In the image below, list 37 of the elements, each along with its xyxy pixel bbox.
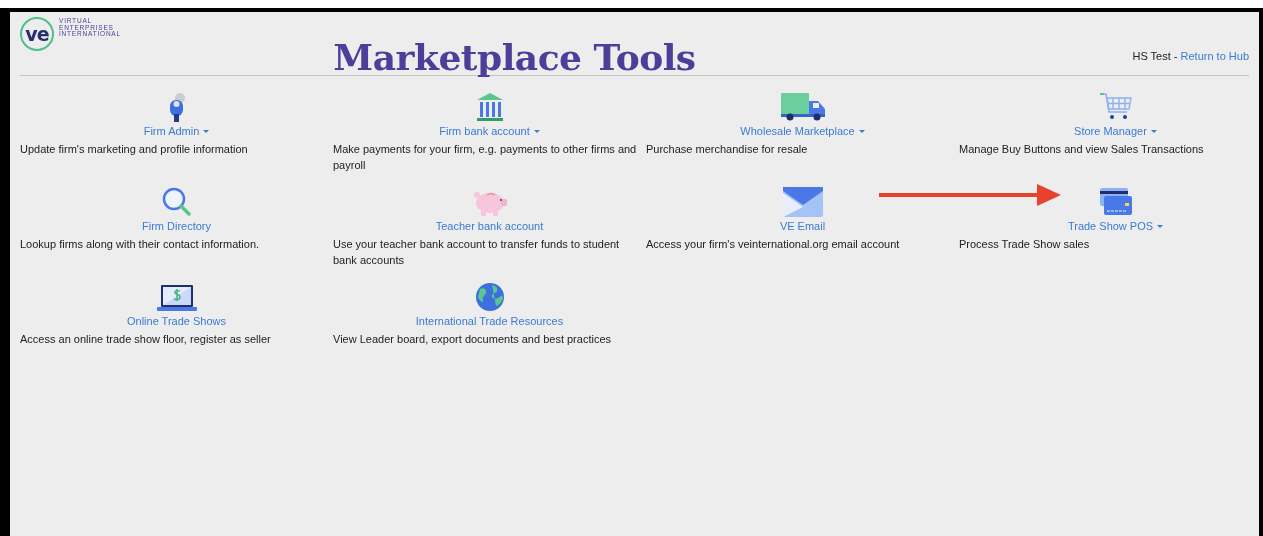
tool-link[interactable]: Trade Show POS <box>1067 220 1164 232</box>
tool-link[interactable]: VE Email <box>779 220 826 232</box>
tool-description: Access your firm's veinternational.org email account <box>646 237 901 252</box>
search-icon <box>161 187 192 217</box>
tool-description: Process Trade Show sales <box>959 237 1091 252</box>
user-name: HS Test - <box>1132 50 1178 62</box>
tool-link[interactable]: Firm Admin <box>143 125 210 137</box>
tool-link[interactable]: Firm bank account <box>439 125 540 137</box>
tool-description: Lookup firms along with their contact information. <box>20 237 261 252</box>
tool-description: Use your teacher bank account to transfer funds to student bank accounts <box>333 237 621 268</box>
tool-description: Access an online trade show floor, register as seller <box>20 332 272 347</box>
tool-description: Purchase merchandise for resale <box>646 142 809 157</box>
tool-description: Update firm's marketing and profile information <box>20 142 249 157</box>
laptop-icon <box>156 284 197 312</box>
logo-mark: ve <box>20 17 54 51</box>
caret-icon <box>1150 129 1157 133</box>
envelope-icon <box>782 187 823 217</box>
cart-icon <box>1098 92 1133 122</box>
tool-description: Make payments for your firm, e.g. payments to other firms and payroll <box>333 142 638 173</box>
caret-icon <box>1157 224 1164 228</box>
caret-icon <box>858 129 865 133</box>
return-link[interactable]: Return to Hub <box>1180 50 1249 62</box>
globe-icon <box>474 282 505 312</box>
caret-icon <box>533 129 540 133</box>
tool-link[interactable]: Teacher bank account <box>435 220 544 232</box>
bank-icon <box>475 92 504 122</box>
tool-link[interactable]: Store Manager <box>1074 125 1157 137</box>
tool-link[interactable]: Online Trade Shows <box>126 315 227 327</box>
page-title: Marketplace Tools <box>333 36 696 78</box>
caret-icon <box>203 129 210 133</box>
tool-description: View Leader board, export documents and best practices <box>333 332 613 347</box>
tool-description: Manage Buy Buttons and view Sales Transactions <box>959 142 1205 157</box>
tool-link[interactable]: International Trade Resources <box>415 315 564 327</box>
tool-link[interactable]: Wholesale Marketplace <box>740 125 865 137</box>
tool-link[interactable]: Firm Directory <box>141 220 212 232</box>
credit-cards-icon <box>1098 187 1133 217</box>
truck-icon <box>779 92 826 122</box>
